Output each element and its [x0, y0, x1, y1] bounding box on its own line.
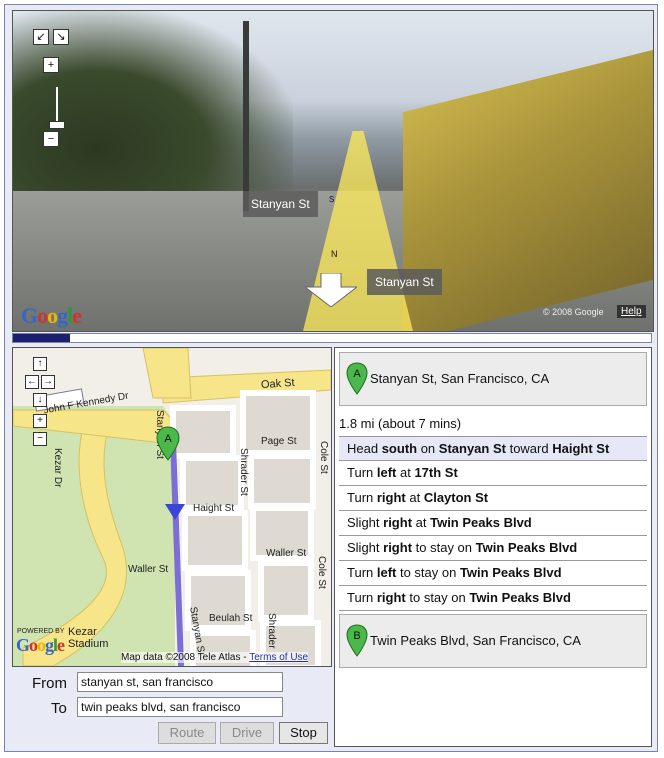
- compass-south-label: S: [329, 195, 335, 204]
- map-google-logo: Google: [16, 635, 65, 655]
- to-label: To: [51, 700, 67, 717]
- route-map[interactable]: ↑ ← → ↓ + − Oak St Page St Haight St Wal…: [12, 347, 332, 667]
- marker-b-icon: B: [346, 624, 368, 657]
- cole-st-lower-label: Cole St: [316, 556, 327, 589]
- map-pan-left-icon[interactable]: ←: [25, 375, 39, 389]
- map-marker-a-icon[interactable]: A: [155, 426, 181, 462]
- terms-of-use-link[interactable]: Terms of Use: [249, 652, 308, 663]
- map-pan-up-icon[interactable]: ↑: [33, 357, 47, 371]
- kezar-stadium-label: Kezar Stadium: [68, 626, 109, 650]
- direction-step[interactable]: Slight right to stay on Twin Peaks Blvd: [339, 536, 647, 561]
- beulah-st-label: Beulah St: [209, 613, 253, 624]
- street-label-upper[interactable]: Stanyan St: [243, 191, 318, 217]
- waller-st-left-label: Waller St: [128, 564, 169, 575]
- progress-fill: [13, 334, 71, 342]
- shrader-st-label: Shrader St: [238, 448, 249, 496]
- svg-text:A: A: [353, 368, 361, 380]
- drive-button[interactable]: Drive: [220, 722, 274, 744]
- direction-step[interactable]: Slight right at Twin Peaks Blvd: [339, 511, 647, 536]
- move-forward-arrow-icon[interactable]: [305, 273, 357, 307]
- google-logo: Google: [21, 303, 82, 328]
- help-link[interactable]: Help: [617, 305, 646, 318]
- progress-bar: [12, 333, 652, 343]
- map-attribution-text: Map data ©2008 Tele Atlas -: [121, 652, 247, 663]
- route-button[interactable]: Route: [158, 722, 216, 744]
- compass-north-label: N: [331, 249, 338, 259]
- oak-st-label: Oak St: [260, 376, 296, 392]
- from-input[interactable]: [77, 672, 283, 692]
- haight-st-label: Haight St: [193, 503, 235, 514]
- map-canvas: [13, 348, 331, 666]
- map-attribution: Map data ©2008 Tele Atlas - Terms of Use: [121, 652, 309, 663]
- direction-step[interactable]: Turn right at Clayton St: [339, 486, 647, 511]
- zoom-in-button[interactable]: +: [43, 57, 59, 73]
- from-label: From: [32, 675, 67, 692]
- street-label-lower[interactable]: Stanyan St: [367, 269, 442, 295]
- zoom-out-button[interactable]: −: [43, 131, 59, 147]
- directions-panel: A Stanyan St, San Francisco, CA 1.8 mi (…: [334, 347, 652, 747]
- end-location[interactable]: B Twin Peaks Blvd, San Francisco, CA: [339, 614, 647, 668]
- street-view-pole: [243, 21, 249, 211]
- route-summary: 1.8 mi (about 7 mins): [339, 416, 462, 431]
- shrader-st-lower-label: Shrader: [266, 613, 277, 649]
- zoom-slider-thumb[interactable]: [49, 121, 65, 129]
- to-input[interactable]: [77, 697, 283, 717]
- page-st-label: Page St: [261, 436, 297, 447]
- svg-text:A: A: [164, 433, 172, 445]
- start-location[interactable]: A Stanyan St, San Francisco, CA: [339, 352, 647, 406]
- pan-left-icon[interactable]: ↙: [33, 29, 49, 45]
- direction-step[interactable]: Head south on Stanyan St toward Haight S…: [339, 436, 647, 461]
- waller-st-label: Waller St: [266, 548, 307, 559]
- powered-by-label: POWERED BY: [17, 628, 65, 635]
- kezar-dr-label: Kezar Dr: [52, 448, 63, 488]
- map-zoom-out-button[interactable]: −: [33, 432, 47, 446]
- start-address: Stanyan St, San Francisco, CA: [370, 371, 550, 386]
- copyright-text: © 2008 Google: [543, 307, 604, 317]
- end-address: Twin Peaks Blvd, San Francisco, CA: [370, 633, 581, 648]
- street-view-panorama[interactable]: ↙ ↘ + − Stanyan St Stanyan St N S Google…: [12, 10, 654, 332]
- svg-text:B: B: [353, 630, 360, 642]
- direction-step[interactable]: Turn left at 17th St: [339, 461, 647, 486]
- map-pan-right-icon[interactable]: →: [41, 375, 55, 389]
- pan-right-icon[interactable]: ↘: [53, 29, 69, 45]
- marker-a-icon: A: [346, 362, 368, 395]
- direction-step[interactable]: Turn right to stay on Twin Peaks Blvd: [339, 586, 647, 611]
- direction-step[interactable]: Turn left to stay on Twin Peaks Blvd: [339, 561, 647, 586]
- stop-button[interactable]: Stop: [279, 722, 328, 744]
- cole-st-label: Cole St: [318, 441, 329, 474]
